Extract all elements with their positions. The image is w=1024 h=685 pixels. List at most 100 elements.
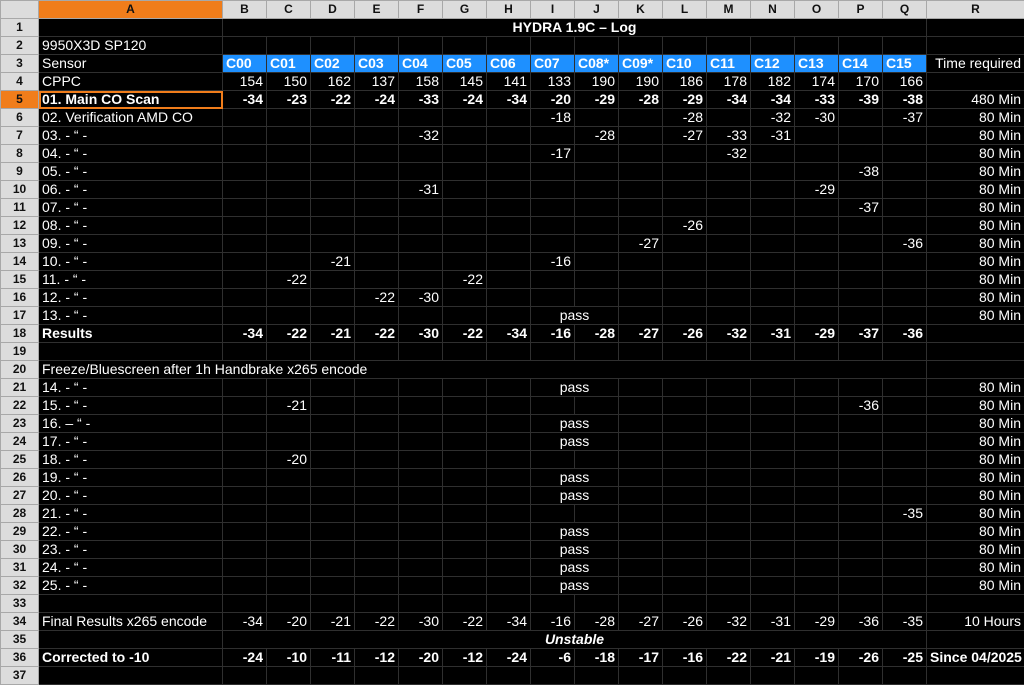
row-header-27[interactable]: 27 [1, 487, 39, 505]
offset-value-cell[interactable] [619, 505, 663, 523]
offset-value-cell[interactable]: -21 [267, 397, 311, 415]
offset-value-cell[interactable] [355, 253, 399, 271]
cell[interactable] [267, 541, 311, 559]
cell[interactable] [751, 37, 795, 55]
time-cell[interactable]: 80 Min [927, 163, 1024, 181]
offset-value-cell[interactable] [883, 289, 927, 307]
cell-a1[interactable] [39, 19, 223, 37]
offset-value-cell[interactable] [531, 271, 575, 289]
offset-value-cell[interactable] [355, 199, 399, 217]
offset-value-cell[interactable] [575, 289, 619, 307]
offset-value-cell[interactable]: -32 [751, 109, 795, 127]
cell[interactable] [443, 595, 487, 613]
cell[interactable] [795, 37, 839, 55]
cell[interactable] [795, 577, 839, 595]
offset-value-cell[interactable] [355, 451, 399, 469]
time-cell[interactable]: 80 Min [927, 559, 1024, 577]
offset-value-cell[interactable] [223, 235, 267, 253]
cell[interactable] [883, 379, 927, 397]
offset-value-cell[interactable]: -27 [619, 325, 663, 343]
offset-value-cell[interactable] [487, 397, 531, 415]
cell[interactable] [267, 523, 311, 541]
offset-value-cell[interactable]: -22 [443, 613, 487, 631]
time-cell[interactable]: 80 Min [927, 415, 1024, 433]
offset-value-cell[interactable] [751, 235, 795, 253]
cell[interactable] [39, 667, 223, 685]
core-header-c07[interactable]: C07 [531, 55, 575, 73]
cell[interactable] [707, 469, 751, 487]
offset-value-cell[interactable] [751, 145, 795, 163]
cell[interactable] [355, 307, 399, 325]
offset-value-cell[interactable]: -24 [443, 91, 487, 109]
offset-value-cell[interactable]: -34 [487, 91, 531, 109]
cell[interactable] [311, 379, 355, 397]
cppc-value-cell[interactable]: 170 [839, 73, 883, 91]
cell[interactable] [443, 523, 487, 541]
row-label-cell[interactable]: 05. - “ - [39, 163, 223, 181]
time-cell[interactable]: 80 Min [927, 145, 1024, 163]
row-header-32[interactable]: 32 [1, 577, 39, 595]
cell[interactable] [663, 523, 707, 541]
cell[interactable] [399, 307, 443, 325]
cell[interactable] [883, 469, 927, 487]
cell[interactable] [883, 37, 927, 55]
pass-cell[interactable]: pass [531, 433, 619, 451]
cell[interactable] [883, 577, 927, 595]
cell[interactable] [267, 469, 311, 487]
offset-value-cell[interactable] [839, 253, 883, 271]
cell[interactable] [267, 577, 311, 595]
offset-value-cell[interactable] [311, 199, 355, 217]
row-label-cell[interactable]: Final Results x265 encode [39, 613, 223, 631]
cell[interactable] [267, 415, 311, 433]
sheet-title[interactable]: HYDRA 1.9C – Log [223, 19, 927, 37]
offset-value-cell[interactable] [619, 199, 663, 217]
column-header-l[interactable]: L [663, 1, 707, 19]
offset-value-cell[interactable]: -16 [531, 613, 575, 631]
core-header-c06[interactable]: C06 [487, 55, 531, 73]
cell[interactable] [311, 343, 355, 361]
offset-value-cell[interactable] [531, 181, 575, 199]
cell[interactable] [707, 541, 751, 559]
cell[interactable] [795, 343, 839, 361]
cell[interactable] [223, 379, 267, 397]
column-header-d[interactable]: D [311, 1, 355, 19]
cell[interactable] [487, 433, 531, 451]
time-cell[interactable]: 80 Min [927, 235, 1024, 253]
cell[interactable] [223, 577, 267, 595]
offset-value-cell[interactable]: -20 [267, 613, 311, 631]
offset-value-cell[interactable] [531, 451, 575, 469]
cell[interactable] [267, 595, 311, 613]
offset-value-cell[interactable] [751, 199, 795, 217]
offset-value-cell[interactable] [399, 271, 443, 289]
cell[interactable] [355, 541, 399, 559]
offset-value-cell[interactable]: -20 [267, 451, 311, 469]
cell[interactable] [707, 487, 751, 505]
pass-cell[interactable]: pass [531, 379, 619, 397]
offset-value-cell[interactable] [223, 145, 267, 163]
offset-value-cell[interactable]: -32 [707, 613, 751, 631]
cell[interactable] [751, 469, 795, 487]
cell[interactable] [267, 37, 311, 55]
offset-value-cell[interactable] [311, 145, 355, 163]
offset-value-cell[interactable] [839, 127, 883, 145]
cell[interactable] [487, 469, 531, 487]
cell[interactable] [619, 487, 663, 505]
cell[interactable] [311, 667, 355, 685]
offset-value-cell[interactable]: -21 [311, 613, 355, 631]
cell[interactable] [751, 343, 795, 361]
offset-value-cell[interactable] [839, 289, 883, 307]
time-cell[interactable]: 80 Min [927, 487, 1024, 505]
offset-value-cell[interactable] [883, 451, 927, 469]
cell[interactable] [839, 523, 883, 541]
row-header-29[interactable]: 29 [1, 523, 39, 541]
cell[interactable] [443, 469, 487, 487]
row-header-33[interactable]: 33 [1, 595, 39, 613]
cell[interactable] [575, 343, 619, 361]
cell[interactable] [267, 307, 311, 325]
cell[interactable] [443, 487, 487, 505]
row-label-cell[interactable]: 02. Verification AMD CO [39, 109, 223, 127]
offset-value-cell[interactable] [663, 199, 707, 217]
cell[interactable] [355, 469, 399, 487]
cell[interactable] [399, 541, 443, 559]
cppc-value-cell[interactable]: 166 [883, 73, 927, 91]
